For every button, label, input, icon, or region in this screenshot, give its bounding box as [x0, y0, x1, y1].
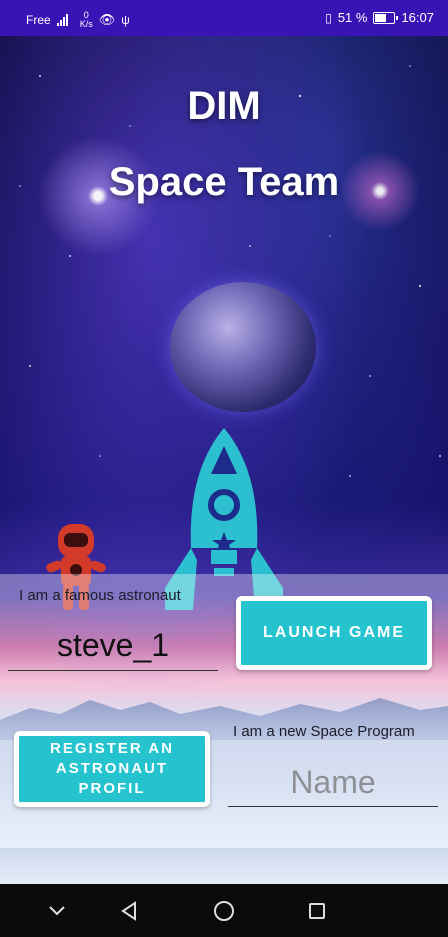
- battery-percent: 51 %: [337, 10, 368, 25]
- status-left: Free 0 K/s 👁 ψ: [26, 11, 130, 29]
- home-icon[interactable]: [209, 896, 239, 926]
- status-right: ▯ 51 % 16:07: [325, 10, 434, 25]
- signal-icon: [56, 14, 68, 26]
- app-subtitle: Space Team: [108, 160, 340, 204]
- launch-game-button[interactable]: LAUNCH GAME: [236, 596, 432, 670]
- battery-icon: [373, 11, 399, 24]
- data-rate-unit: K/s: [79, 19, 93, 29]
- usb-icon: ψ: [121, 13, 130, 27]
- navigation-bar: [0, 884, 448, 937]
- back-icon[interactable]: [114, 896, 144, 926]
- clock: 16:07: [401, 10, 434, 25]
- planet-image: [170, 282, 316, 412]
- recents-icon[interactable]: [302, 896, 332, 926]
- chevron-down-icon[interactable]: [42, 896, 72, 926]
- register-astronaut-button[interactable]: REGISTER AN ASTRONAUT PROFIL: [14, 731, 210, 807]
- data-rate: 0 K/s: [80, 11, 93, 29]
- new-space-program-label: I am a new Space Program: [233, 723, 415, 740]
- famous-astronaut-label: I am a famous astronaut: [19, 587, 181, 604]
- name-input[interactable]: [228, 758, 438, 807]
- vibrate-icon: ▯: [325, 10, 332, 25]
- eye-icon: 👁: [98, 12, 116, 27]
- status-bar: Free 0 K/s 👁 ψ ▯ 51 % 16:07: [0, 0, 448, 36]
- carrier-label: Free: [26, 13, 51, 27]
- app-title: DIM: [187, 84, 261, 128]
- username-input[interactable]: [8, 620, 218, 671]
